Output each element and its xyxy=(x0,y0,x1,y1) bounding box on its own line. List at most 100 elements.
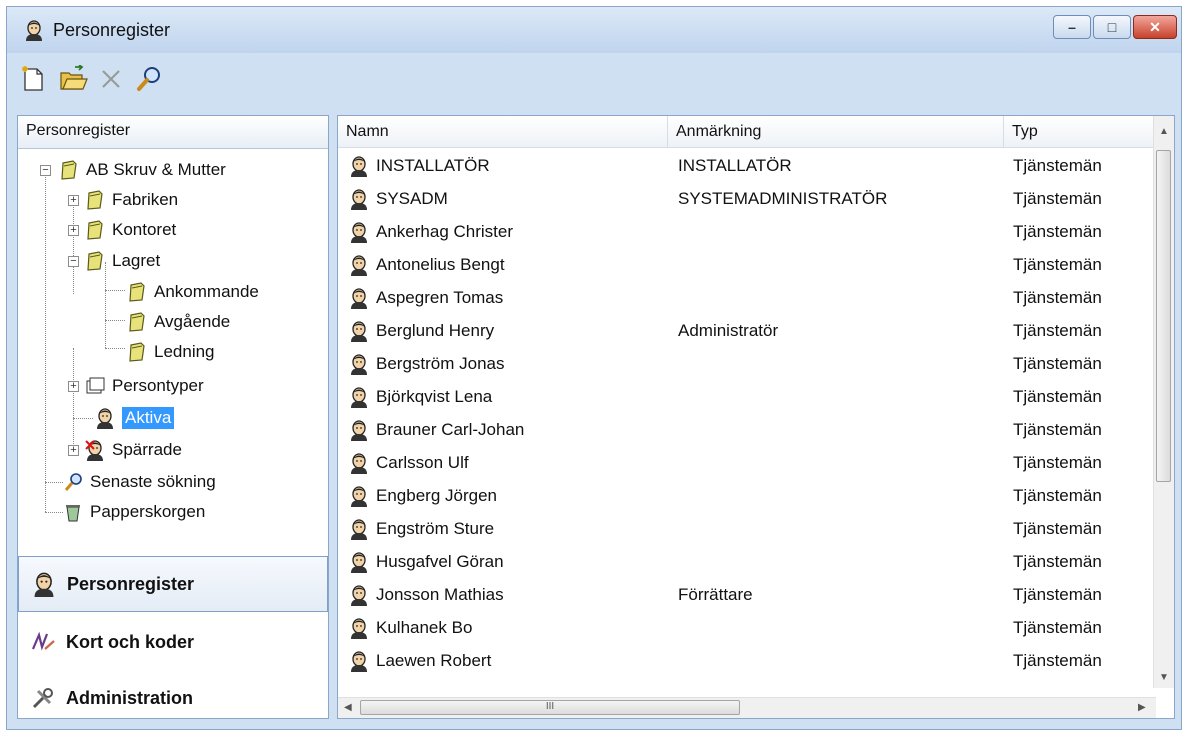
remark-cell: Administratör xyxy=(678,321,779,340)
tree-node-root[interactable]: AB Skruv & Mutter xyxy=(58,155,226,185)
tree-node-kontoret[interactable]: Kontoret xyxy=(84,215,176,245)
vertical-scroll-thumb[interactable] xyxy=(1156,150,1171,482)
tree-node-fabriken[interactable]: Fabriken xyxy=(84,185,178,215)
nav-administration[interactable]: Administration xyxy=(18,670,328,726)
title-bar[interactable]: Personregister – □ ✕ xyxy=(7,7,1181,53)
person-icon xyxy=(348,617,370,639)
blocked-person-icon xyxy=(85,440,106,461)
type-cell: Tjänstemän xyxy=(1013,618,1102,637)
magnifier-icon xyxy=(64,473,82,491)
open-folder-icon xyxy=(60,65,88,90)
name-text: Jonsson Mathias xyxy=(376,585,504,604)
delete-button[interactable] xyxy=(93,61,129,97)
table-row[interactable]: SYSADM SYSTEMADMINISTRATÖR Tjänstemän xyxy=(338,183,1148,215)
folder-icon xyxy=(126,311,148,333)
person-icon xyxy=(348,452,370,474)
type-cell: Tjänstemän xyxy=(1013,552,1102,571)
person-list: Namn Anmärkning Typ INSTALLATÖR INSTALLAT… xyxy=(337,115,1175,719)
tree-node-senaste-sokning[interactable]: Senaste sökning xyxy=(62,467,216,497)
tree-node-lagret[interactable]: Lagret xyxy=(84,246,160,276)
table-row[interactable]: Engström Sture Tjänstemän xyxy=(338,513,1148,545)
table-row[interactable]: Kulhanek Bo Tjänstemän xyxy=(338,612,1148,644)
maximize-button[interactable]: □ xyxy=(1093,15,1131,39)
window-title: Personregister xyxy=(53,20,171,40)
close-button[interactable]: ✕ xyxy=(1133,15,1177,39)
name-text: Bergström Jonas xyxy=(376,354,505,373)
person-icon xyxy=(23,19,45,41)
name-text: Björkqvist Lena xyxy=(376,387,493,406)
nav-personregister[interactable]: Personregister xyxy=(18,556,328,612)
table-row[interactable]: Bergström Jonas Tjänstemän xyxy=(338,348,1148,380)
tree-node-sparrade[interactable]: Spärrade xyxy=(84,435,182,465)
horizontal-scroll-thumb[interactable]: III xyxy=(360,700,740,715)
horizontal-scrollbar[interactable]: ◀ III ▶ xyxy=(338,697,1156,718)
table-row[interactable]: Brauner Carl-Johan Tjänstemän xyxy=(338,414,1148,446)
type-cell: Tjänstemän xyxy=(1013,585,1102,604)
expand-toggle[interactable]: + xyxy=(68,225,79,236)
remark-cell: SYSTEMADMINISTRATÖR xyxy=(678,189,888,208)
type-cell: Tjänstemän xyxy=(1013,651,1102,670)
name-text: Antonelius Bengt xyxy=(376,255,505,274)
tree-node-aktiva[interactable]: Aktiva xyxy=(94,403,175,433)
person-icon xyxy=(31,571,57,597)
folder-icon xyxy=(84,189,106,211)
table-row[interactable]: Engberg Jörgen Tjänstemän xyxy=(338,480,1148,512)
tree-node-avgaende[interactable]: Avgående xyxy=(126,307,230,337)
type-cell: Tjänstemän xyxy=(1013,189,1102,208)
name-text: Engberg Jörgen xyxy=(376,486,497,505)
person-icon xyxy=(348,650,370,672)
tree-node-papperskorgen[interactable]: Papperskorgen xyxy=(62,497,205,527)
name-cell: Engberg Jörgen xyxy=(348,483,497,509)
name-cell: INSTALLATÖR xyxy=(348,153,490,179)
type-cell: Tjänstemän xyxy=(1013,321,1102,340)
type-cell: Tjänstemän xyxy=(1013,486,1102,505)
search-button[interactable] xyxy=(131,61,167,97)
delete-x-icon xyxy=(102,70,120,88)
tree-node-persontyper[interactable]: Persontyper xyxy=(84,371,204,401)
expand-toggle[interactable]: + xyxy=(68,381,79,392)
person-icon xyxy=(348,188,370,210)
tree-node-ledning[interactable]: Ledning xyxy=(126,337,215,367)
column-header-anmarkning[interactable]: Anmärkning xyxy=(668,116,1004,148)
minimize-button[interactable]: – xyxy=(1053,15,1091,39)
cards-icon xyxy=(31,631,55,651)
expand-toggle[interactable]: + xyxy=(68,195,79,206)
folders-stack-icon xyxy=(86,377,105,394)
name-cell: Brauner Carl-Johan xyxy=(348,417,524,443)
name-cell: Carlsson Ulf xyxy=(348,450,469,476)
collapse-toggle[interactable]: − xyxy=(68,256,79,267)
table-row[interactable]: Carlsson Ulf Tjänstemän xyxy=(338,447,1148,479)
folder-icon xyxy=(84,219,106,241)
navigation-header: Personregister xyxy=(18,116,328,149)
type-cell: Tjänstemän xyxy=(1013,354,1102,373)
open-button[interactable] xyxy=(55,61,91,97)
vertical-scrollbar[interactable]: ▲ ▼ xyxy=(1153,116,1174,688)
type-cell: Tjänstemän xyxy=(1013,453,1102,472)
remark-cell: Förrättare xyxy=(678,585,753,604)
person-icon xyxy=(348,584,370,606)
name-text: Kulhanek Bo xyxy=(376,618,473,637)
name-text: Carlsson Ulf xyxy=(376,453,469,472)
collapse-toggle[interactable]: − xyxy=(40,165,51,176)
table-row[interactable]: Ankerhag Christer Tjänstemän xyxy=(338,216,1148,248)
table-row[interactable]: INSTALLATÖR INSTALLATÖR Tjänstemän xyxy=(338,150,1148,182)
expand-toggle[interactable]: + xyxy=(68,445,79,456)
table-row[interactable]: Aspegren Tomas Tjänstemän xyxy=(338,282,1148,314)
table-row[interactable]: Jonsson Mathias Förrättare Tjänstemän xyxy=(338,579,1148,611)
person-icon xyxy=(348,353,370,375)
table-row[interactable]: Laewen Robert Tjänstemän xyxy=(338,645,1148,677)
table-row[interactable]: Husgafvel Göran Tjänstemän xyxy=(338,546,1148,578)
table-row[interactable]: Antonelius Bengt Tjänstemän xyxy=(338,249,1148,281)
tree-node-ankommande[interactable]: Ankommande xyxy=(126,277,259,307)
nav-kort-och-koder[interactable]: Kort och koder xyxy=(18,614,328,670)
new-button[interactable] xyxy=(15,61,51,97)
table-row[interactable]: Berglund Henry Administratör Tjänstemän xyxy=(338,315,1148,347)
name-text: SYSADM xyxy=(376,189,448,208)
column-header-typ[interactable]: Typ xyxy=(1004,116,1156,148)
magnifier-icon xyxy=(137,67,160,91)
type-cell: Tjänstemän xyxy=(1013,519,1102,538)
table-row[interactable]: Björkqvist Lena Tjänstemän xyxy=(338,381,1148,413)
remark-cell: INSTALLATÖR xyxy=(678,156,792,175)
building-icon xyxy=(58,159,80,181)
column-header-namn[interactable]: Namn xyxy=(338,116,668,148)
